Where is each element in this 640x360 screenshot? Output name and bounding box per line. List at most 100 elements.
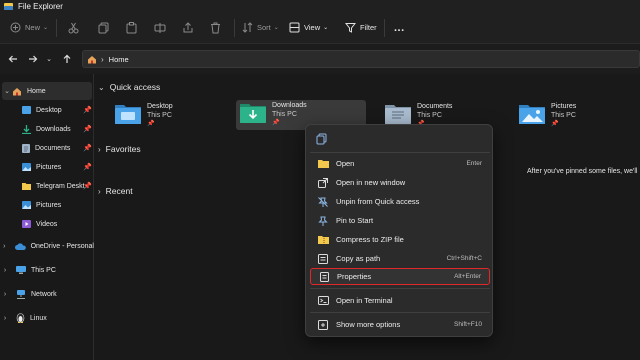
sort-label: Sort xyxy=(257,23,271,32)
sort-button[interactable]: Sort ⌄ xyxy=(242,16,279,40)
chevron-down-icon: ⌄ xyxy=(43,25,49,31)
chevron-right-icon: › xyxy=(98,186,101,196)
sidebar-item-linux[interactable]: › Linux xyxy=(0,309,94,327)
folder-name: Downloads xyxy=(272,102,307,109)
quick-access-header[interactable]: ⌄ Quick access xyxy=(98,82,160,92)
folder-icon xyxy=(22,183,31,190)
up-button[interactable] xyxy=(58,50,76,68)
breadcrumb-home[interactable]: Home xyxy=(109,55,129,64)
context-menu: Open Enter Open in new window Unpin from… xyxy=(305,124,493,337)
delete-button[interactable] xyxy=(210,16,221,40)
menu-item-label: Properties xyxy=(337,272,372,281)
downloads-folder-icon xyxy=(240,104,266,123)
menu-item-properties[interactable]: Properties Alt+Enter xyxy=(310,268,490,285)
favorites-header[interactable]: › Favorites xyxy=(98,144,141,154)
pin-icon: 📌 xyxy=(272,120,280,126)
sidebar-item-pictures[interactable]: Pictures 📌 xyxy=(0,158,94,176)
sidebar-item-desktop[interactable]: Desktop 📌 xyxy=(0,101,94,119)
copy-quick-action[interactable] xyxy=(316,133,327,147)
menu-item-show-more-options[interactable]: Show more options Shift+F10 xyxy=(310,316,490,333)
videos-icon xyxy=(22,220,31,228)
pin-icon: 📌 xyxy=(83,183,92,190)
folder-location: This PC xyxy=(417,112,442,119)
rename-button[interactable] xyxy=(154,16,166,40)
arrow-right-icon xyxy=(29,55,38,63)
menu-item-open-new-window[interactable]: Open in new window xyxy=(310,174,490,191)
clipboard-icon xyxy=(126,21,137,33)
menu-item-label: Open in new window xyxy=(336,178,406,187)
menu-item-unpin-quick-access[interactable]: Unpin from Quick access xyxy=(310,193,490,210)
pictures-folder-icon xyxy=(519,105,545,124)
menu-item-compress-zip[interactable]: Compress to ZIP file xyxy=(310,231,490,248)
sidebar-item-videos[interactable]: Videos xyxy=(0,215,94,233)
pin-icon: 📌 xyxy=(551,121,559,127)
pin-icon: 📌 xyxy=(83,164,92,171)
pin-icon: 📌 xyxy=(83,145,92,152)
back-button[interactable] xyxy=(4,50,22,68)
menu-item-open[interactable]: Open Enter xyxy=(310,155,490,172)
menu-item-copy-as-path[interactable]: Copy as path Ctrl+Shift+C xyxy=(310,250,490,267)
sidebar-item-label: Linux xyxy=(30,314,47,322)
file-explorer-icon xyxy=(4,2,13,10)
sidebar-item-telegram[interactable]: Telegram Deskt 📌 xyxy=(0,177,94,195)
copy-icon xyxy=(98,22,109,33)
filter-button[interactable]: Filter xyxy=(345,16,377,40)
plus-circle-icon xyxy=(10,22,21,33)
cut-button[interactable] xyxy=(68,16,79,40)
sidebar-item-documents[interactable]: Documents 📌 xyxy=(0,139,94,157)
sidebar-item-label: Videos xyxy=(36,220,58,228)
more-options-icon xyxy=(318,319,328,330)
paste-button[interactable] xyxy=(126,16,137,40)
folder-tile-pictures[interactable]: Pictures This PC 📌 xyxy=(515,101,635,131)
unpin-icon xyxy=(318,196,328,207)
share-button[interactable] xyxy=(182,16,194,40)
folder-location: This PC xyxy=(147,112,172,119)
sidebar-item-this-pc[interactable]: › This PC xyxy=(0,261,94,279)
copy-button[interactable] xyxy=(98,16,109,40)
sort-icon xyxy=(242,22,253,33)
more-options-button[interactable]: ... xyxy=(394,16,405,40)
sidebar-item-label: Home xyxy=(27,87,46,95)
folder-tile-desktop[interactable]: Desktop This PC 📌 xyxy=(111,101,231,131)
recent-header[interactable]: › Recent xyxy=(98,186,133,196)
new-button[interactable]: New ⌄ xyxy=(10,16,48,40)
chevron-right-icon: › xyxy=(3,266,7,274)
divider xyxy=(56,18,57,37)
chevron-down-icon: ⌄ xyxy=(323,25,329,31)
view-button[interactable]: View ⌄ xyxy=(289,16,328,40)
menu-item-shortcut: Shift+F10 xyxy=(453,321,482,328)
pictures-icon xyxy=(22,163,31,171)
computer-icon xyxy=(16,266,26,274)
recent-locations-button[interactable]: ⌄ xyxy=(40,50,58,68)
section-title: Recent xyxy=(105,186,133,196)
rename-icon xyxy=(154,22,166,33)
new-label: New xyxy=(25,23,41,32)
sidebar-item-onedrive[interactable]: › OneDrive - Personal xyxy=(0,237,94,255)
desktop-icon xyxy=(22,106,31,114)
chevron-right-icon: › xyxy=(98,144,101,154)
menu-item-label: Unpin from Quick access xyxy=(336,197,420,206)
sidebar-item-label: Pictures xyxy=(36,163,62,171)
pin-icon xyxy=(318,216,328,226)
folder-name: Pictures xyxy=(551,103,577,110)
menu-item-label: Open xyxy=(336,159,355,168)
folder-location: This PC xyxy=(551,112,576,119)
sidebar-item-pictures-2[interactable]: Pictures xyxy=(0,196,94,214)
menu-item-open-terminal[interactable]: Open in Terminal xyxy=(310,292,490,309)
sidebar-item-label: Pictures xyxy=(36,201,62,209)
menu-item-label: Compress to ZIP file xyxy=(336,235,404,244)
sidebar-item-network[interactable]: › Network xyxy=(0,285,94,303)
menu-item-pin-to-start[interactable]: Pin to Start xyxy=(310,212,490,229)
address-bar[interactable]: › Home xyxy=(82,50,640,68)
section-title: Quick access xyxy=(109,82,161,92)
share-icon xyxy=(183,21,193,32)
arrow-left-icon xyxy=(8,55,17,63)
terminal-icon xyxy=(317,296,329,305)
sidebar-item-home[interactable]: ⌄ Home xyxy=(2,82,92,100)
sidebar-item-label: Network xyxy=(31,290,57,298)
sidebar-item-downloads[interactable]: Downloads 📌 xyxy=(0,120,94,138)
menu-item-shortcut: Enter xyxy=(466,160,482,167)
window-title: File Explorer xyxy=(18,1,63,11)
documents-folder-icon xyxy=(385,105,411,124)
chevron-down-icon: ⌄ xyxy=(4,88,10,95)
